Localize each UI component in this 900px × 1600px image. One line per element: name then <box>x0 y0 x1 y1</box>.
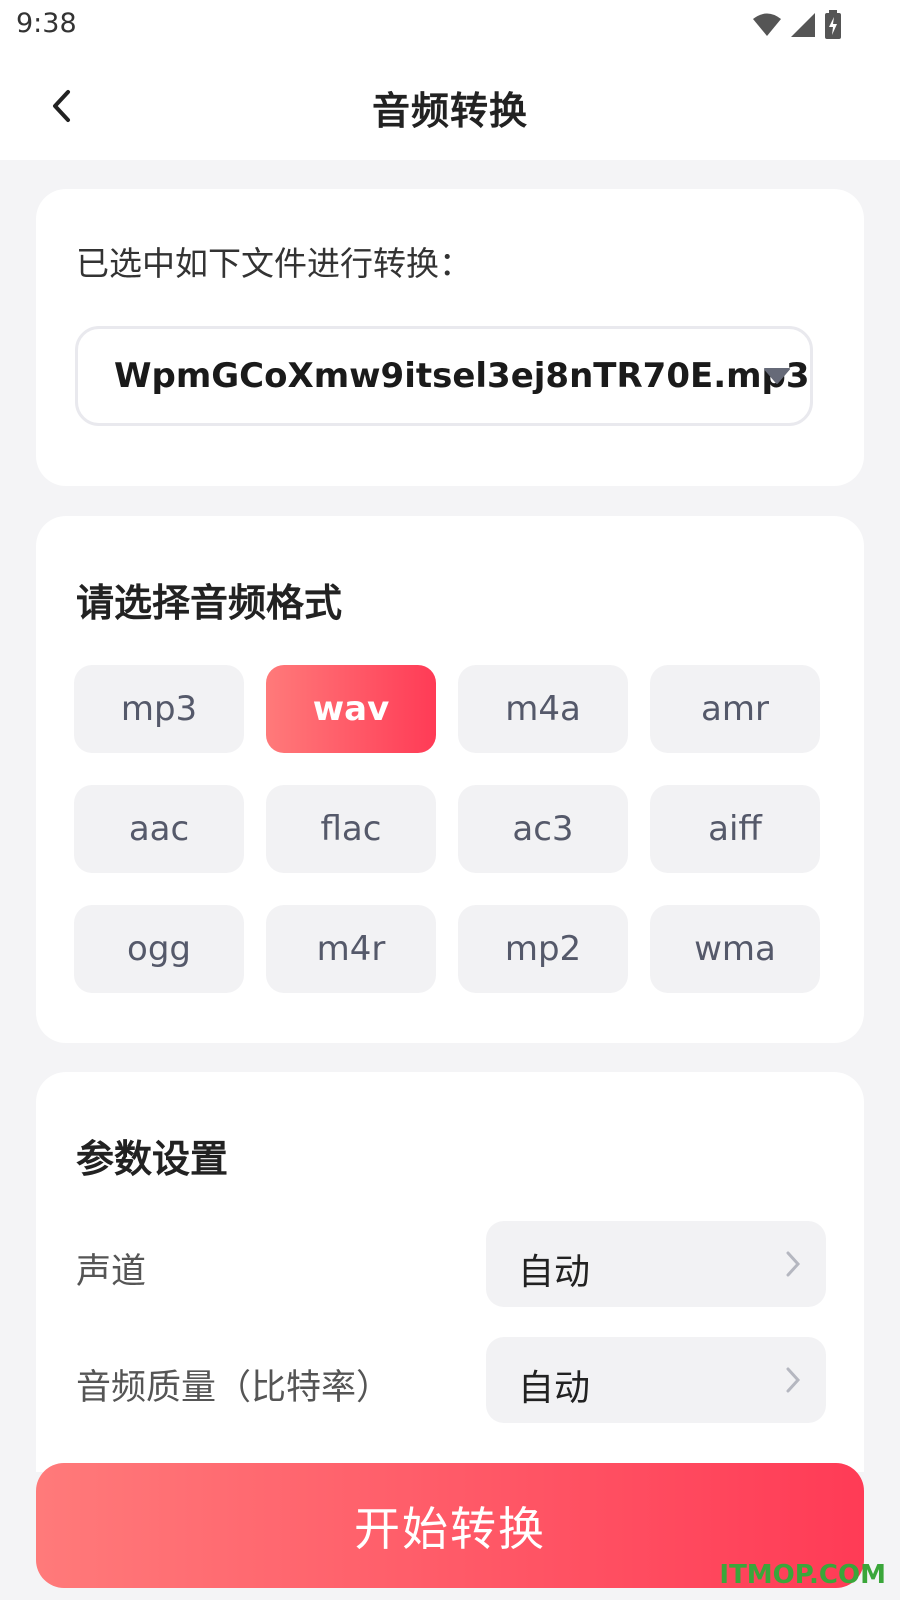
params-card: 参数设置 声道 自动 音频质量（比特率） 自动 <box>36 1072 864 1472</box>
selected-file-name: WpmGCoXmw9itsel3ej8nTR70E.mp3 <box>114 356 810 396</box>
wifi-icon <box>753 13 781 36</box>
format-option-wma[interactable]: wma <box>650 905 820 993</box>
bitrate-value: 自动 <box>518 1368 591 1409</box>
chevron-right-icon <box>786 1251 801 1277</box>
format-option-flac[interactable]: flac <box>266 785 436 873</box>
header: 音频转换 <box>0 52 900 160</box>
page-title: 音频转换 <box>371 89 528 133</box>
caret-down-icon <box>764 368 790 384</box>
params-section-title: 参数设置 <box>76 1137 229 1181</box>
format-card: 请选择音频格式 mp3 wav m4a amr aac flac ac3 aiff ogg m4r… <box>36 516 864 1043</box>
param-label-channel: 声道 <box>76 1252 147 1292</box>
status-icons <box>752 10 842 40</box>
format-option-ac3[interactable]: ac3 <box>458 785 628 873</box>
status-bar: 9:38 <box>0 0 900 52</box>
selected-file-card: 已选中如下文件进行转换： WpmGCoXmw9itsel3ej8nTR70E.m… <box>36 189 864 486</box>
watermark: ITMOP.COM <box>719 1560 886 1590</box>
chevron-right-icon <box>786 1367 801 1393</box>
format-option-m4a[interactable]: m4a <box>458 665 628 753</box>
format-option-amr[interactable]: amr <box>650 665 820 753</box>
format-option-ogg[interactable]: ogg <box>74 905 244 993</box>
battery-charging-icon <box>825 10 841 39</box>
bitrate-select[interactable]: 自动 <box>486 1337 826 1423</box>
format-section-title: 请选择音频格式 <box>76 581 343 625</box>
format-option-mp3[interactable]: mp3 <box>74 665 244 753</box>
format-option-aac[interactable]: aac <box>74 785 244 873</box>
format-option-aiff[interactable]: aiff <box>650 785 820 873</box>
param-row-channel: 声道 自动 <box>36 1221 864 1307</box>
format-option-mp2[interactable]: mp2 <box>458 905 628 993</box>
param-label-bitrate: 音频质量（比特率） <box>76 1368 392 1408</box>
file-select-dropdown[interactable]: WpmGCoXmw9itsel3ej8nTR70E.mp3 <box>75 326 813 426</box>
param-row-bitrate: 音频质量（比特率） 自动 <box>36 1337 864 1423</box>
signal-icon <box>791 13 815 37</box>
format-option-wav[interactable]: wav <box>266 665 436 753</box>
format-grid: mp3 wav m4a amr aac flac ac3 aiff ogg m4r mp2 wma <box>74 665 820 993</box>
channel-select[interactable]: 自动 <box>486 1221 826 1307</box>
format-option-m4r[interactable]: m4r <box>266 905 436 993</box>
selected-file-label: 已选中如下文件进行转换： <box>76 244 472 283</box>
status-time: 9:38 <box>16 8 77 39</box>
channel-value: 自动 <box>518 1252 591 1293</box>
